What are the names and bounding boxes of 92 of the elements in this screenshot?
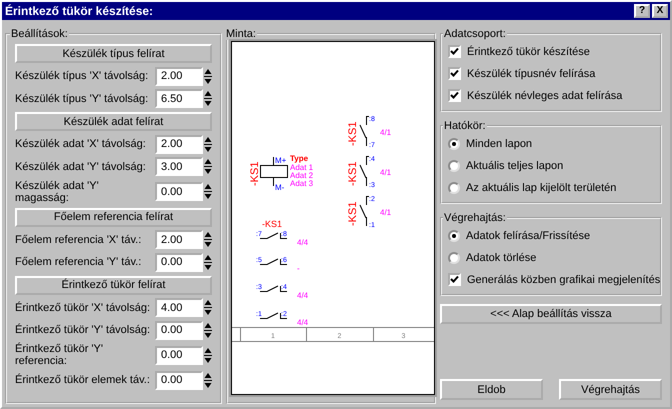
- device-tag: -KS1: [347, 202, 359, 226]
- radio-button[interactable]: [448, 138, 460, 150]
- field-label: Érintkező tükör 'Y' referencia:: [15, 343, 104, 367]
- field-label: Készülék típus 'Y' távolság:: [15, 92, 150, 104]
- number-field[interactable]: 4.00: [155, 298, 203, 317]
- dialog-button[interactable]: Eldob: [440, 379, 543, 400]
- field-label: Érintkező tükör 'X' távolság:: [15, 302, 152, 314]
- spin-button[interactable]: [204, 254, 212, 270]
- group-title: Adatcsoport:: [443, 28, 507, 40]
- section-button[interactable]: Főelem referencia felírat: [15, 208, 212, 226]
- number-field[interactable]: 0.00: [155, 320, 203, 340]
- number-field[interactable]: 2.00: [155, 134, 203, 154]
- checkbox-label: Készülék típusnév felírása: [467, 68, 596, 80]
- field-label: Érintkező tükör elemek táv.:: [15, 374, 151, 386]
- radio-label: Az aktuális lap kijelölt területén: [466, 182, 616, 194]
- field-label: Készülék adat 'Y' távolság:: [15, 160, 147, 172]
- number-field[interactable]: 0.00: [155, 182, 203, 201]
- radio-label: Adatok törlése: [466, 252, 536, 264]
- reference-label: 4/4: [297, 291, 308, 300]
- reset-button[interactable]: <<< Alap beállítás vissza: [440, 304, 662, 324]
- reference-label: 4/1: [380, 168, 392, 177]
- reference-label: 4/1: [380, 128, 392, 137]
- spin-button[interactable]: [204, 372, 212, 388]
- number-field[interactable]: 6.50: [155, 89, 203, 108]
- field-label: Készülék adat 'Y' magasság:: [15, 180, 100, 204]
- window-title: Érintkező tükör készítése:: [5, 4, 154, 18]
- spin-button[interactable]: [204, 322, 212, 338]
- device-tag: -KS1: [347, 122, 359, 146]
- number-field[interactable]: 2.00: [155, 230, 203, 249]
- group-title: Végrehajtás:: [443, 212, 507, 224]
- data-label: Adat 2: [290, 171, 314, 180]
- radio-label: Aktuális teljes lapon: [466, 160, 564, 172]
- terminal-label: M-: [275, 183, 284, 192]
- field-label: Érintkező tükör 'Y' távolság:: [15, 324, 152, 336]
- number-field[interactable]: 0.00: [155, 252, 203, 272]
- contact-symbol: [260, 258, 288, 265]
- spin-button[interactable]: [204, 90, 212, 107]
- radio-label: Minden lapon: [466, 138, 532, 150]
- number-field[interactable]: 0.00: [155, 346, 203, 364]
- number-field[interactable]: 0.00: [155, 370, 203, 390]
- radio-button[interactable]: [448, 160, 460, 172]
- reference-label: 4/1: [380, 208, 392, 217]
- device-tag: -KS1: [249, 162, 261, 186]
- section-button[interactable]: Érintkező tükör felírat: [15, 276, 212, 294]
- spin-button[interactable]: [204, 158, 212, 175]
- group-title: Hatókör:: [443, 120, 487, 132]
- reference-label: 4/4: [297, 318, 308, 327]
- checkbox-label: Érintkező tükör készítése: [467, 46, 590, 58]
- number-field[interactable]: 2.00: [155, 66, 203, 86]
- contact-symbol: [360, 156, 370, 186]
- checkbox[interactable]: [448, 45, 461, 58]
- device-tag: -KS1: [347, 162, 359, 186]
- radio-button[interactable]: [448, 182, 460, 194]
- data-label: Adat 3: [290, 179, 314, 188]
- group-title: Minta:: [225, 28, 257, 40]
- contact-symbol: [260, 232, 288, 239]
- contact-symbol: [260, 286, 288, 292]
- reference-label: -: [297, 264, 300, 273]
- dialog-button[interactable]: Végrehajtás: [559, 379, 662, 400]
- number-field[interactable]: 3.00: [155, 157, 203, 176]
- spin-button[interactable]: [204, 183, 212, 200]
- spin-button[interactable]: [204, 68, 212, 84]
- field-label: Főelem referencia 'Y' táv.:: [15, 256, 142, 268]
- data-label: Adat 1: [290, 163, 314, 172]
- contact-symbol: [360, 196, 370, 226]
- reference-label: 4/4: [297, 238, 308, 247]
- contact-symbol: [360, 116, 370, 146]
- checkbox-label: Készülék névleges adat felírása: [467, 90, 622, 102]
- contact-symbol: [260, 312, 288, 319]
- checkbox[interactable]: [448, 89, 461, 102]
- checkbox-label: Generálás közben grafikai megjelenítés: [467, 274, 660, 286]
- spin-button[interactable]: [204, 231, 212, 248]
- terminal-label: M+: [275, 156, 286, 165]
- radio-label: Adatok felírása/Frissítése: [466, 230, 590, 242]
- help-button[interactable]: ?: [634, 4, 650, 18]
- checkbox[interactable]: [448, 67, 461, 80]
- close-button[interactable]: X: [652, 4, 668, 18]
- device-tag: -KS1: [262, 219, 282, 229]
- spin-button[interactable]: [204, 346, 212, 364]
- spin-button[interactable]: [204, 299, 212, 316]
- radio-button[interactable]: [448, 230, 460, 242]
- field-label: Készülék típus 'X' távolság:: [15, 70, 150, 82]
- group-title: Beállítások:: [10, 28, 69, 40]
- checkbox[interactable]: [448, 273, 461, 286]
- field-label: Készülék adat 'X' távolság:: [15, 138, 147, 150]
- type-label: Type: [290, 154, 308, 163]
- section-button[interactable]: Készülék adat felírat: [15, 112, 212, 131]
- section-button[interactable]: Készülék típus felírat: [15, 44, 212, 63]
- field-label: Főelem referencia 'X' táv.:: [15, 234, 142, 246]
- coil-symbol: [260, 156, 288, 186]
- radio-button[interactable]: [448, 252, 460, 264]
- spin-button[interactable]: [204, 136, 212, 152]
